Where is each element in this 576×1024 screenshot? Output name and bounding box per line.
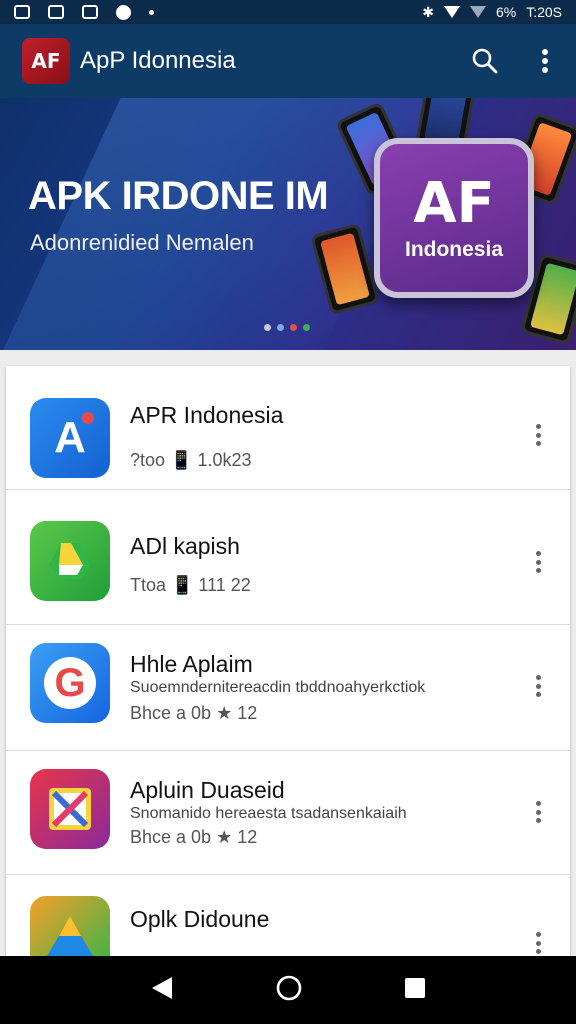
banner-badge: AF Indonesia: [374, 138, 534, 298]
more-vert-icon[interactable]: [532, 932, 544, 954]
list-item[interactable]: G Hhle Aplaim Suoemndernitereacdin tbddn…: [6, 625, 570, 751]
status-left-icons: [14, 4, 154, 20]
app-meta: Ttoa 📱 111 22: [130, 575, 251, 595]
x-app-icon: [30, 769, 110, 849]
app-description: Suoemndernitereacdin tbddnoahyerkctiok: [130, 679, 426, 696]
signal-icon: [469, 6, 486, 18]
status-bar: ✱ 6% T:20S: [0, 0, 576, 24]
app-title: ApP Idonnesia: [80, 47, 236, 74]
recents-icon[interactable]: [404, 977, 426, 1004]
promo-banner[interactable]: APK IRDONE IM Adonrenidied Nemalen AF In…: [0, 98, 576, 350]
status-time: T:20S: [526, 4, 562, 20]
icon-letter: A: [54, 413, 86, 462]
list-item[interactable]: A APR Indonesia ?too 📱 1.0k23: [6, 366, 570, 490]
sync-icon: [116, 4, 131, 20]
app-meta: ?too 📱 1.0k23: [130, 450, 252, 470]
cast-icon: [82, 5, 98, 19]
app-meta: Bhce a 0b ★ 12: [130, 703, 258, 723]
app-title: ADl kapish: [130, 533, 240, 559]
triangle-app-icon: [30, 896, 110, 956]
more-vert-icon[interactable]: [532, 675, 544, 697]
badge-logo: AF: [413, 171, 495, 236]
more-vert-icon[interactable]: [532, 424, 544, 446]
app-title: Hhle Aplaim: [130, 651, 253, 677]
app-meta: Bhce a 0b ★ 12: [130, 827, 258, 847]
app-title: APR Indonesia: [130, 402, 284, 428]
status-right: ✱ 6% T:20S: [422, 4, 562, 21]
app-description: Snomanido hereaesta tsadansenkaiaih: [130, 805, 407, 822]
more-vert-icon[interactable]: [532, 801, 544, 823]
app-title: Apluin Duaseid: [130, 777, 285, 803]
badge-text: Indonesia: [404, 238, 504, 261]
app-list: A APR Indonesia ?too 📱 1.0k23 ADl kapish…: [6, 366, 570, 956]
a-app-icon: A: [30, 398, 110, 478]
app-logo[interactable]: AF: [22, 38, 70, 84]
wifi-icon: [443, 6, 460, 18]
badge-dot: [82, 412, 94, 424]
image-icon: [14, 5, 30, 19]
app-actions: [470, 46, 560, 76]
navigation-bar: [0, 956, 576, 1024]
home-icon[interactable]: [275, 974, 303, 1007]
battery-text: 6%: [495, 4, 517, 20]
g-app-icon: G: [30, 643, 110, 723]
carousel-dot[interactable]: [277, 324, 284, 331]
banner-title: APK IRDONE IM: [28, 174, 329, 218]
app-bar: AF ApP Idonnesia: [0, 24, 576, 98]
carousel-dot[interactable]: [303, 324, 310, 331]
search-icon[interactable]: [470, 46, 500, 76]
list-item[interactable]: Oplk Didoune: [6, 878, 570, 956]
back-icon[interactable]: [150, 975, 174, 1006]
carousel-dots: [264, 324, 310, 331]
list-item[interactable]: Apluin Duaseid Snomanido hereaesta tsada…: [6, 751, 570, 875]
more-vert-icon[interactable]: [532, 551, 544, 573]
dot-icon: [149, 9, 154, 15]
more-vert-icon[interactable]: [530, 46, 560, 76]
app-title: Oplk Didoune: [130, 906, 270, 932]
bluetooth-icon: ✱: [422, 3, 434, 20]
doc-icon: [48, 5, 64, 19]
drive-app-icon: [30, 521, 110, 601]
list-item[interactable]: ADl kapish Ttoa 📱 111 22: [6, 503, 570, 625]
carousel-dot[interactable]: [290, 324, 297, 331]
banner-subtitle: Adonrenidied Nemalen: [30, 230, 254, 255]
carousel-dot[interactable]: [264, 324, 271, 331]
icon-letter: G: [44, 657, 96, 709]
